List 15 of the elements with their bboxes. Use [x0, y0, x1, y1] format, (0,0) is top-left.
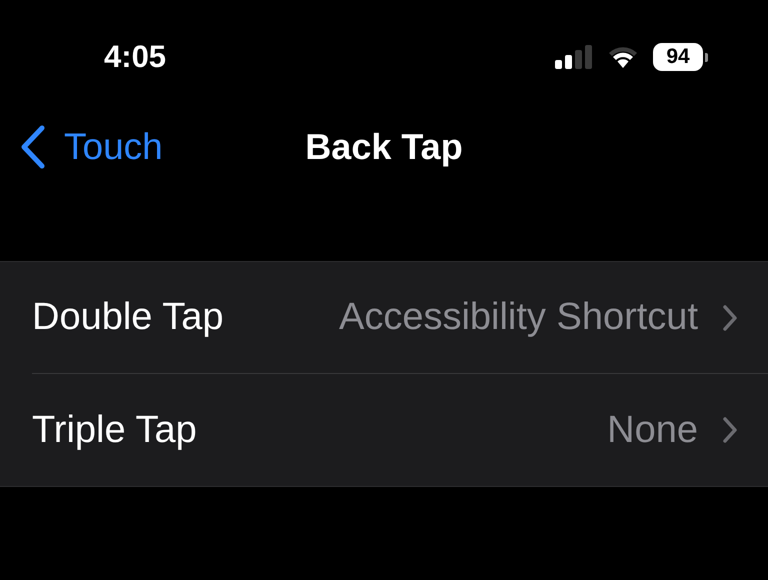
chevron-right-icon: [722, 416, 738, 444]
page-title: Back Tap: [305, 125, 463, 169]
row-value: None: [607, 408, 698, 452]
row-label: Double Tap: [32, 295, 224, 340]
clock-time: 4:05: [104, 38, 166, 76]
chevron-right-icon: [722, 304, 738, 332]
battery-level: 94: [653, 43, 703, 71]
row-label: Triple Tap: [32, 408, 197, 452]
wifi-icon: [607, 45, 639, 69]
row-value: Accessibility Shortcut: [338, 295, 698, 340]
chevron-left-icon: [20, 125, 46, 169]
signal-icon: [555, 45, 593, 69]
settings-row[interactable]: Triple Tap None: [32, 374, 768, 486]
settings-row[interactable]: Double Tap Accessibility Shortcut: [32, 262, 768, 374]
back-button[interactable]: Touch: [0, 119, 163, 175]
